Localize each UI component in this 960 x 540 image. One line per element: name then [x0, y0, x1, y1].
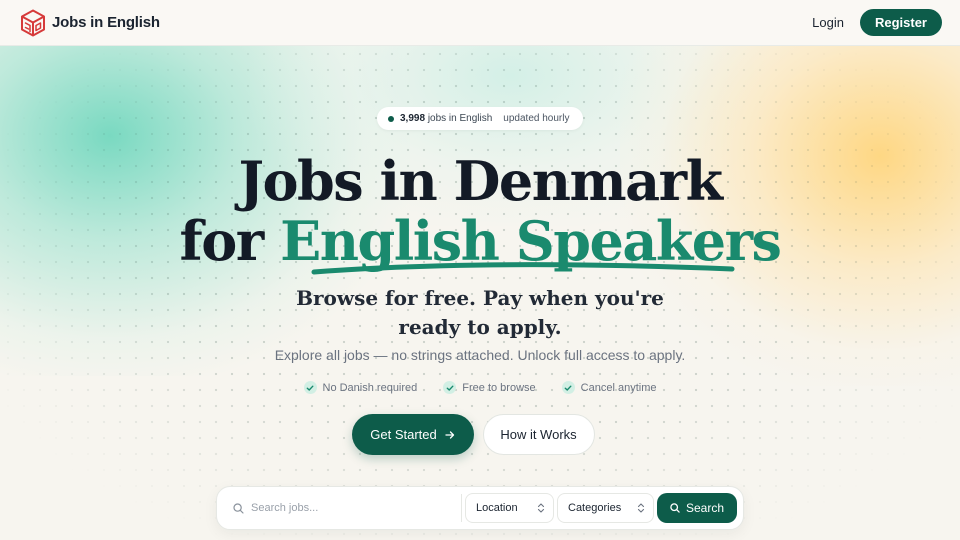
categories-select-label: Categories	[568, 502, 622, 514]
arrow-right-icon	[445, 430, 454, 439]
search-icon	[233, 502, 244, 514]
how-it-works-button[interactable]: How it Works	[482, 414, 595, 455]
search-button[interactable]: Search	[657, 493, 737, 523]
hero-section: 3,998 jobs in English updated hourly Job…	[0, 46, 960, 540]
cube-logo-icon	[21, 9, 45, 36]
login-link[interactable]: Login	[806, 11, 850, 34]
perk-label: Cancel anytime	[580, 381, 657, 394]
search-input[interactable]	[251, 502, 451, 514]
get-started-button[interactable]: Get Started	[351, 414, 474, 455]
chevron-updown-icon	[537, 503, 545, 513]
categories-select[interactable]: Categories	[557, 493, 654, 523]
perk-item: No Danish required	[303, 381, 418, 394]
location-select-label: Location	[476, 502, 518, 514]
hero-subheading: Browse for free. Pay when you're ready t…	[0, 284, 960, 342]
search-field[interactable]	[233, 487, 461, 529]
hero-description: Explore all jobs — no strings attached. …	[274, 347, 686, 363]
chevron-updown-icon	[637, 503, 645, 513]
live-dot-icon	[388, 115, 394, 122]
register-button[interactable]: Register	[859, 9, 942, 36]
subheading-line-2: ready to apply.	[398, 315, 562, 339]
check-icon	[303, 381, 317, 394]
get-started-label: Get Started	[370, 427, 437, 442]
badge-text: 3,998 jobs in English	[400, 113, 492, 124]
brand-name: Jobs in English	[52, 14, 160, 31]
underline-swoosh	[311, 262, 735, 275]
search-divider	[461, 494, 462, 522]
perk-label: No Danish required	[322, 381, 418, 394]
title-prefix: for	[179, 209, 265, 273]
hero-content: 3,998 jobs in English updated hourly Job…	[0, 46, 960, 540]
hero-title-line-1: Jobs in Denmark	[238, 149, 723, 213]
cta-row: Get Started How it Works	[0, 414, 960, 455]
location-select[interactable]: Location	[465, 493, 554, 523]
perk-item: Cancel anytime	[561, 381, 657, 394]
subheading-line-1: Browse for free. Pay when you're	[296, 286, 664, 310]
check-icon	[561, 381, 575, 394]
check-icon	[443, 381, 457, 394]
job-search-bar: Location Categories Search	[216, 486, 744, 530]
search-icon	[670, 503, 680, 513]
top-navbar: Jobs in English Login Register	[0, 0, 960, 46]
updated-label: updated hourly	[503, 113, 570, 124]
search-button-label: Search	[685, 501, 725, 515]
header-nav: Login Register	[806, 9, 942, 36]
brand[interactable]: Jobs in English	[20, 9, 160, 37]
jobs-count: 3,998	[400, 113, 426, 124]
jobs-label: jobs in English	[427, 113, 493, 124]
perk-label: Free to browse	[462, 381, 536, 394]
perks-list: No Danish required Free to browse Cancel…	[0, 381, 960, 394]
perk-item: Free to browse	[443, 381, 536, 394]
jobs-count-badge: 3,998 jobs in English updated hourly	[377, 107, 583, 130]
